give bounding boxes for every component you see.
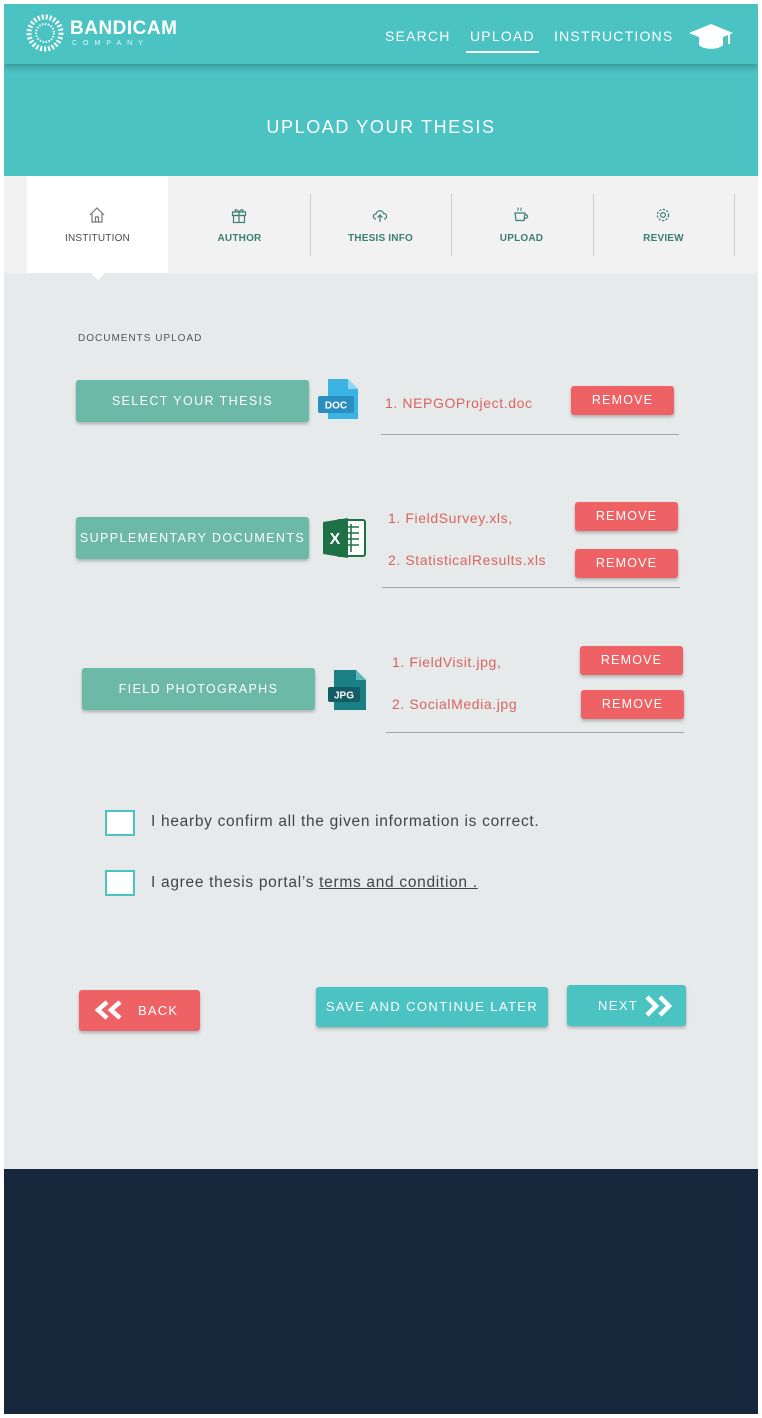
nav-instructions[interactable]: INSTRUCTIONS [554,28,673,44]
step-thesis-info[interactable]: THESIS INFO [310,176,451,273]
svg-text:DOC: DOC [325,401,347,412]
section-label: DOCUMENTS UPLOAD [78,333,203,344]
step-review[interactable]: REVIEW [593,176,734,273]
supplementary-documents-button[interactable]: SUPPLEMENTARY DOCUMENTS [76,517,309,559]
coffee-cup-icon [514,207,529,222]
double-chevron-right-icon [645,995,673,1017]
step-label: THESIS INFO [348,233,413,244]
step-author[interactable]: AUTHOR [169,176,310,273]
save-and-continue-later-button[interactable]: SAVE AND CONTINUE LATER [316,987,548,1027]
divider [386,732,684,733]
brand-logo[interactable]: BANDICAM COMPANY [26,14,177,54]
progress-steps: INSTITUTION AUTHOR THESIS INFO UPLOAD RE… [4,176,758,273]
remove-file-button[interactable]: REMOVE [575,549,678,578]
brand-name: BANDICAM [70,18,178,39]
step-upload[interactable]: UPLOAD [451,176,592,273]
top-navigation-bar: BANDICAM COMPANY SEARCH UPLOAD INSTRUCTI… [4,4,758,64]
doc-file-icon: DOC [318,379,358,419]
remove-file-button[interactable]: REMOVE [575,502,678,531]
next-label: NEXT [598,998,639,1013]
uploaded-file-name: 2. SocialMedia.jpg [392,696,518,712]
page-footer [4,1169,758,1414]
step-label: AUTHOR [217,233,262,244]
svg-text:JPG: JPG [334,691,354,702]
svg-text:X: X [330,531,341,548]
gear-icon [656,208,670,222]
step-label: UPLOAD [499,233,544,244]
terms-and-condition-link[interactable]: terms and condition . [319,874,478,891]
double-chevron-left-icon [94,1000,122,1020]
select-thesis-button[interactable]: SELECT YOUR THESIS [76,380,309,422]
page-header-banner: UPLOAD YOUR THESIS [4,64,758,176]
nav-search[interactable]: SEARCH [385,28,451,44]
divider [381,434,679,435]
brand-tagline: COMPANY [72,40,149,47]
remove-file-button[interactable]: REMOVE [571,386,674,415]
confirm-info-label: I hearby confirm all the given informati… [151,813,540,830]
step-label: REVIEW [643,233,684,244]
step-divider [734,194,735,256]
nav-upload[interactable]: UPLOAD [466,28,539,53]
gift-icon [231,209,247,224]
step-institution[interactable]: INSTITUTION [27,176,168,273]
remove-file-button[interactable]: REMOVE [581,690,684,719]
cloud-upload-icon [372,210,388,222]
field-photographs-button[interactable]: FIELD PHOTOGRAPHS [82,668,315,710]
jpg-file-icon: JPG [328,670,366,710]
agree-terms-checkbox[interactable] [105,870,135,896]
uploaded-file-name: 2. StatisticalResults.xls [388,552,547,568]
uploaded-file-name: 1. NEPGOProject.doc [385,395,533,411]
page-title: UPLOAD YOUR THESIS [266,117,496,137]
uploaded-file-name: 1. FieldVisit.jpg, [392,654,502,670]
next-button[interactable]: NEXT [567,985,686,1026]
brand-logo-icon [26,14,64,52]
graduation-cap-icon[interactable] [688,22,734,52]
step-label: INSTITUTION [65,233,130,244]
back-label: BACK [138,1003,179,1018]
app-frame: BANDICAM COMPANY SEARCH UPLOAD INSTRUCTI… [4,4,758,1414]
home-icon [89,207,105,223]
confirm-info-checkbox[interactable] [105,810,135,836]
active-step-pointer [91,273,105,280]
back-button[interactable]: BACK [79,990,200,1031]
remove-file-button[interactable]: REMOVE [580,646,683,675]
uploaded-file-name: 1. FieldSurvey.xls, [388,510,513,526]
divider [382,587,680,588]
excel-file-icon: X [323,518,366,558]
agree-terms-label: I agree thesis portal’s terms and condit… [151,874,478,891]
